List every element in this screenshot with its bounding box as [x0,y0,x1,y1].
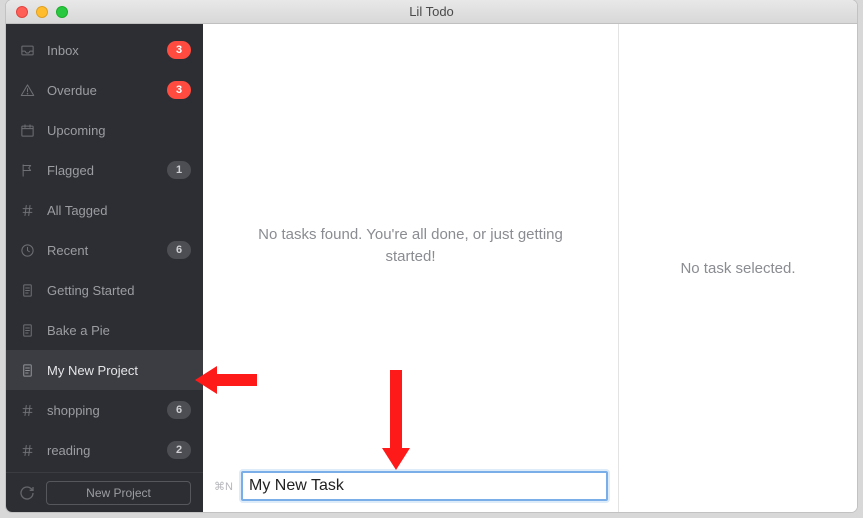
sidebar-item-flagged[interactable]: Flagged 1 [6,150,203,190]
sidebar-item-bake-a-pie[interactable]: Bake a Pie [6,310,203,350]
sidebar-item-label: My New Project [47,363,191,378]
window-title: Lil Todo [6,4,857,19]
hash-icon [20,203,35,218]
sidebar-item-my-new-project[interactable]: My New Project [6,350,203,390]
sidebar-item-getting-started[interactable]: Getting Started [6,270,203,310]
task-detail-pane: No task selected. [619,24,857,512]
close-window-button[interactable] [16,6,28,18]
sidebar-badge: 3 [167,41,191,59]
doc-icon [20,283,35,298]
sidebar-item-label: All Tagged [47,203,191,218]
doc-icon [20,363,35,378]
window-controls [6,6,68,18]
sidebar-badge: 6 [167,401,191,419]
sidebar-item-label: Flagged [47,163,155,178]
sidebar-item-reading[interactable]: reading 2 [6,430,203,470]
new-task-row: ⌘N [203,468,618,512]
sidebar-item-upcoming[interactable]: Upcoming [6,110,203,150]
sidebar-item-label: Getting Started [47,283,191,298]
sidebar-item-all-tagged[interactable]: All Tagged [6,190,203,230]
new-task-input[interactable] [241,471,608,501]
sidebar-item-label: Upcoming [47,123,191,138]
sidebar-item-label: reading [47,443,155,458]
no-task-selected-message: No task selected. [680,260,795,277]
flag-icon [20,163,35,178]
titlebar[interactable]: Lil Todo [6,0,857,24]
sidebar-item-label: Bake a Pie [47,323,191,338]
inbox-icon [20,43,35,58]
window-body: Inbox 3 Overdue 3 Upcoming Flagged 1 All Tagged… [6,24,857,512]
zoom-window-button[interactable] [56,6,68,18]
doc-icon [20,323,35,338]
app-window: Lil Todo Inbox 3 Overdue 3 Upcoming Flagged 1 A… [6,0,857,512]
sidebar-item-label: Inbox [47,43,155,58]
sidebar-item-recent[interactable]: Recent 6 [6,230,203,270]
calendar-icon [20,123,35,138]
new-project-label: New Project [86,486,151,500]
sidebar-item-label: shopping [47,403,155,418]
new-project-button[interactable]: New Project [46,481,191,505]
sidebar: Inbox 3 Overdue 3 Upcoming Flagged 1 All Tagged… [6,24,203,512]
minimize-window-button[interactable] [36,6,48,18]
hash-icon [20,443,35,458]
clock-icon [20,243,35,258]
sync-icon[interactable] [18,484,36,502]
sidebar-item-overdue[interactable]: Overdue 3 [6,70,203,110]
hash-icon [20,403,35,418]
warning-icon [20,83,35,98]
sidebar-footer: New Project [6,472,203,512]
sidebar-list[interactable]: Inbox 3 Overdue 3 Upcoming Flagged 1 All Tagged… [6,24,203,472]
sidebar-item-shopping[interactable]: shopping 6 [6,390,203,430]
empty-tasks-message: No tasks found. You're all done, or just… [203,24,618,468]
sidebar-badge: 2 [167,441,191,459]
sidebar-badge: 6 [167,241,191,259]
sidebar-item-inbox[interactable]: Inbox 3 [6,30,203,70]
task-list-pane: No tasks found. You're all done, or just… [203,24,619,512]
new-task-shortcut: ⌘N [213,480,233,493]
sidebar-badge: 1 [167,161,191,179]
sidebar-badge: 3 [167,81,191,99]
sidebar-item-label: Overdue [47,83,155,98]
sidebar-item-label: Recent [47,243,155,258]
